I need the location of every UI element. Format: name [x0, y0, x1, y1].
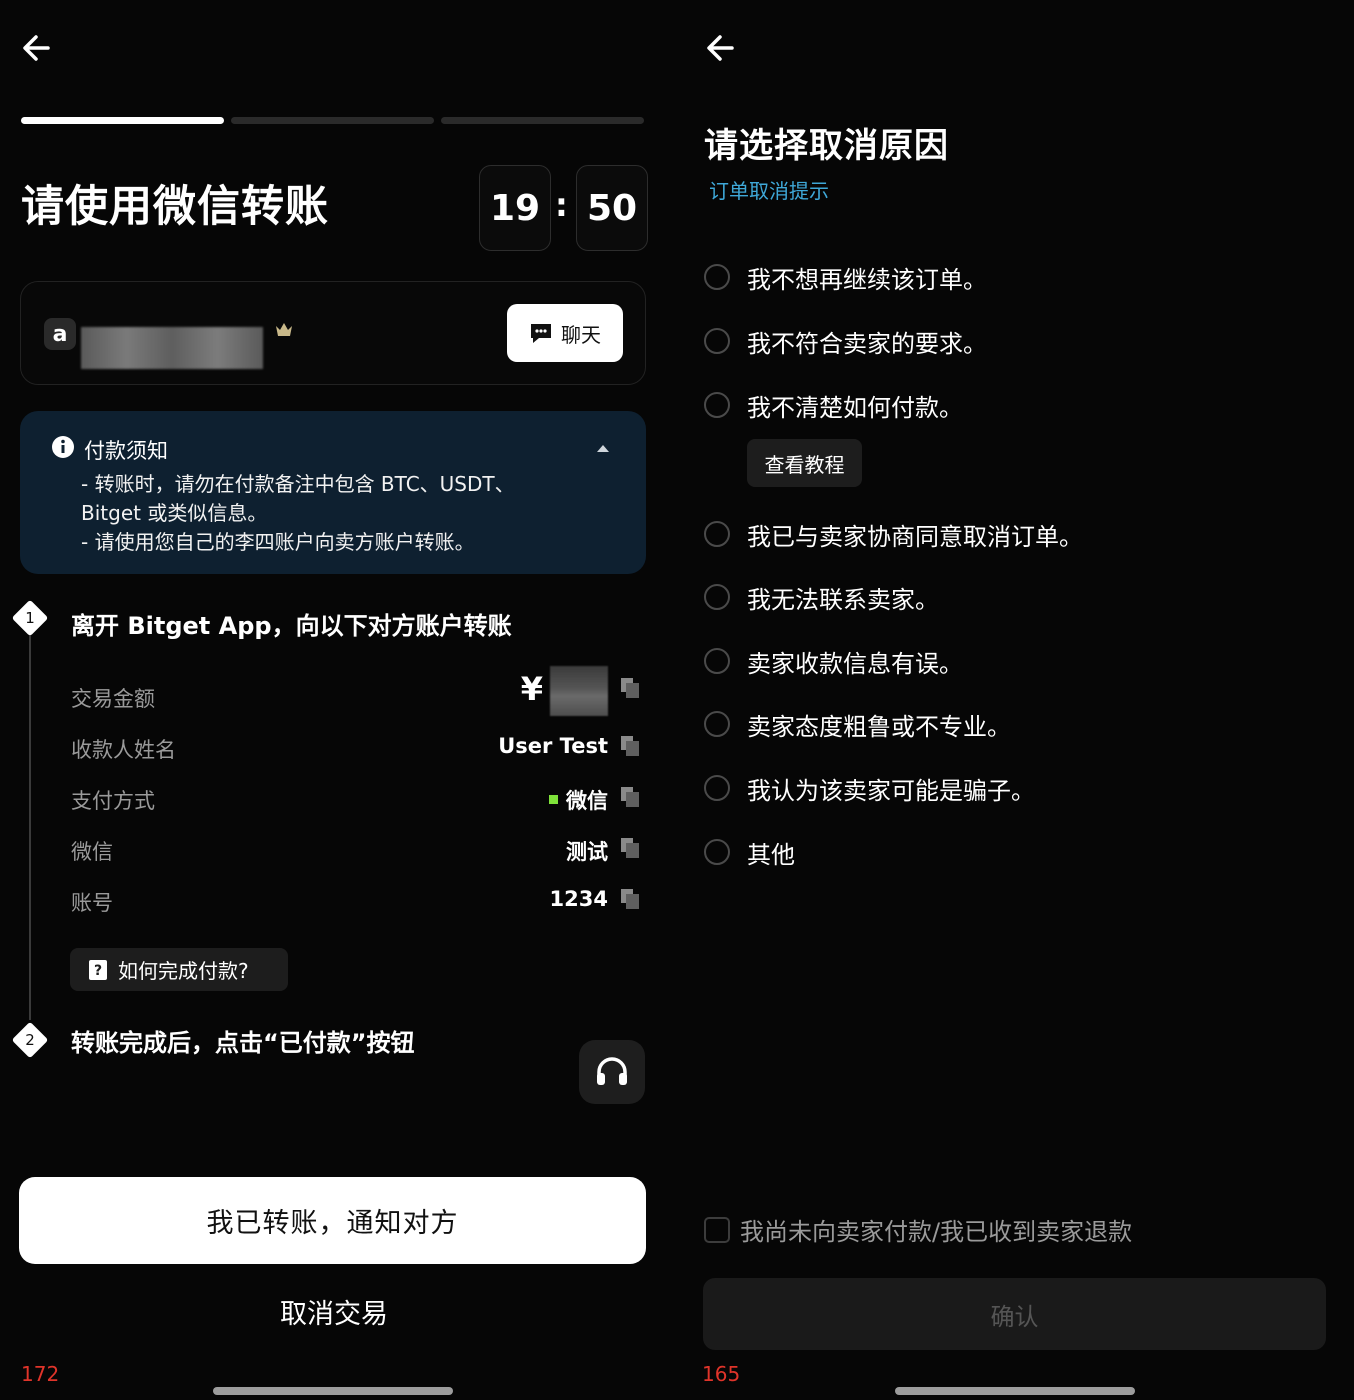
- detail-value-payee: User Test: [498, 734, 608, 758]
- detail-label-method: 支付方式: [71, 789, 155, 813]
- info-icon: [52, 436, 74, 458]
- reason-option[interactable]: 其他: [704, 832, 795, 872]
- how-to-pay-button[interactable]: ? 如何完成付款?: [70, 948, 288, 991]
- timer-colon: :: [555, 186, 568, 224]
- copy-icon[interactable]: [620, 888, 640, 910]
- back-arrow-icon[interactable]: [702, 28, 742, 68]
- radio-button[interactable]: [704, 328, 730, 354]
- radio-button[interactable]: [704, 711, 730, 737]
- notice-line-2: Bitget 或类似信息。: [81, 501, 268, 525]
- chat-icon: [531, 324, 551, 343]
- progress-step-2: [231, 117, 434, 124]
- reason-label: 卖家收款信息有误。: [747, 649, 963, 678]
- wechat-indicator: [549, 794, 558, 804]
- merchant-badge-icon: [276, 323, 292, 336]
- reason-label: 我无法联系卖家。: [747, 585, 939, 614]
- view-tutorial-button[interactable]: 查看教程: [747, 439, 862, 487]
- reason-option[interactable]: 我认为该卖家可能是骗子。: [704, 768, 1035, 808]
- chat-button-label: 聊天: [561, 322, 601, 347]
- copy-icon[interactable]: [620, 786, 640, 808]
- progress-step-3: [441, 117, 644, 124]
- seller-card: a 聊天: [20, 281, 646, 385]
- notice-line-1: - 转账时，请勿在付款备注中包含 BTC、USDT、: [81, 472, 515, 496]
- not-paid-confirmation-label: 我尚未向卖家付款/我已收到卖家退款: [740, 1218, 1133, 1246]
- reason-label: 我已与卖家协商同意取消订单。: [747, 522, 1083, 551]
- debug-number: 165: [702, 1362, 741, 1386]
- chat-button[interactable]: 聊天: [507, 304, 623, 362]
- radio-button[interactable]: [704, 521, 730, 547]
- confirm-transfer-button[interactable]: 我已转账，通知对方: [19, 1177, 646, 1264]
- chevron-up-icon[interactable]: [596, 443, 610, 453]
- radio-button[interactable]: [704, 264, 730, 290]
- detail-value-wechat: 测试: [566, 840, 608, 864]
- radio-button[interactable]: [704, 648, 730, 674]
- debug-number: 172: [21, 1362, 60, 1386]
- headset-icon: [597, 1057, 627, 1085]
- progress-step-1: [21, 117, 224, 124]
- reason-option[interactable]: 卖家态度粗鲁或不专业。: [704, 704, 1011, 744]
- cancel-reason-screen: 请选择取消原因 订单取消提示 我不想再继续该订单。 我不符合卖家的要求。 我不清…: [683, 0, 1354, 1400]
- method-name: 微信: [566, 789, 608, 813]
- notice-title: 付款须知: [84, 439, 168, 463]
- timer-minutes: 19: [479, 165, 551, 251]
- copy-icon[interactable]: [620, 735, 640, 757]
- radio-button[interactable]: [704, 392, 730, 418]
- reason-option[interactable]: 我不想再继续该订单。: [704, 257, 987, 297]
- svg-text:?: ?: [94, 963, 102, 979]
- detail-label-amount: 交易金额: [71, 687, 155, 711]
- cancel-transaction-link[interactable]: 取消交易: [0, 1292, 668, 1331]
- back-arrow-icon[interactable]: [18, 28, 58, 68]
- page-title: 请选择取消原因: [704, 126, 949, 166]
- detail-value-method: 微信: [549, 785, 608, 815]
- step-1-number: 1: [25, 609, 35, 627]
- page-title: 请使用微信转账: [21, 182, 329, 232]
- how-to-pay-label: 如何完成付款?: [118, 959, 249, 983]
- timer-seconds: 50: [576, 165, 648, 251]
- detail-label-payee: 收款人姓名: [71, 738, 176, 762]
- seller-name-redacted: [81, 327, 263, 369]
- home-indicator[interactable]: [895, 1387, 1135, 1395]
- order-cancel-tips-link[interactable]: 订单取消提示: [709, 175, 829, 204]
- reason-option[interactable]: 我已与卖家协商同意取消订单。: [704, 514, 1083, 554]
- step-2-text: 转账完成后，点击“已付款”按钮: [71, 1029, 415, 1057]
- payment-screen: 请使用微信转账 19 : 50 a 聊天 付款须知 - 转账时，请勿在付款备注中…: [0, 0, 668, 1400]
- reason-label: 我不想再继续该订单。: [747, 265, 987, 294]
- reason-option[interactable]: 我不清楚如何付款。: [704, 385, 963, 425]
- copy-icon[interactable]: [620, 837, 640, 859]
- notice-line-3: - 请使用您自己的李四账户向卖方账户转账。: [81, 530, 475, 554]
- copy-icon[interactable]: [620, 677, 640, 699]
- confirm-button[interactable]: 确认: [703, 1278, 1326, 1350]
- help-book-icon: ?: [89, 959, 107, 980]
- reason-label: 我认为该卖家可能是骗子。: [747, 776, 1035, 805]
- home-indicator[interactable]: [213, 1387, 453, 1395]
- avatar: a: [44, 318, 76, 350]
- reason-label: 其他: [747, 840, 795, 869]
- not-paid-confirmation[interactable]: 我尚未向卖家付款/我已收到卖家退款: [704, 1212, 1132, 1247]
- step-connector: [29, 634, 31, 1020]
- reason-option[interactable]: 卖家收款信息有误。: [704, 641, 963, 681]
- reason-label: 我不清楚如何付款。: [747, 393, 963, 422]
- radio-button[interactable]: [704, 584, 730, 610]
- checkbox[interactable]: [704, 1216, 730, 1243]
- reason-option[interactable]: 我不符合卖家的要求。: [704, 321, 987, 361]
- detail-value-amount-currency: ¥: [520, 670, 543, 708]
- reason-label: 我不符合卖家的要求。: [747, 329, 987, 358]
- reason-label: 卖家态度粗鲁或不专业。: [747, 712, 1011, 741]
- customer-support-button[interactable]: [579, 1040, 645, 1104]
- step-2-number: 2: [25, 1031, 35, 1049]
- payment-notice: 付款须知 - 转账时，请勿在付款备注中包含 BTC、USDT、 Bitget 或…: [20, 411, 646, 574]
- step-1-text: 离开 Bitget App，向以下对方账户转账: [71, 612, 512, 640]
- radio-button[interactable]: [704, 839, 730, 865]
- amount-redacted: [550, 666, 608, 716]
- detail-value-account: 1234: [549, 887, 608, 911]
- reason-option[interactable]: 我无法联系卖家。: [704, 577, 939, 617]
- detail-label-wechat: 微信: [71, 840, 113, 864]
- detail-label-account: 账号: [71, 891, 113, 915]
- radio-button[interactable]: [704, 775, 730, 801]
